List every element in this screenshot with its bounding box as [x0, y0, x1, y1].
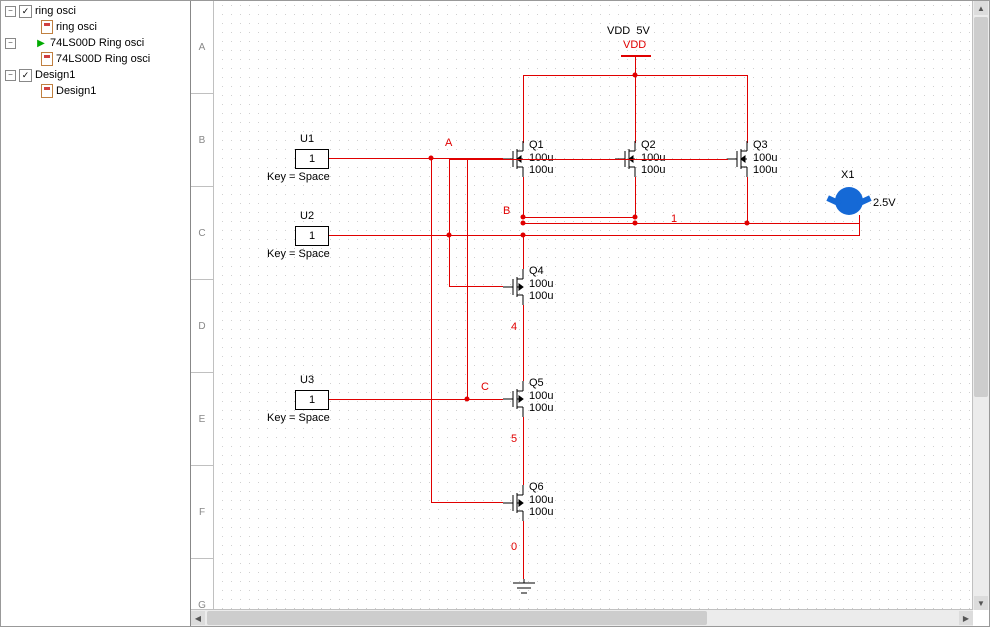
net-a: A: [445, 137, 452, 149]
net-4: 4: [511, 321, 517, 333]
q4-w: 100u: [529, 278, 553, 290]
q4-ref: Q4: [529, 265, 544, 277]
tree-label: Design1: [56, 85, 96, 97]
net-c: C: [481, 381, 489, 393]
u3-switch[interactable]: 1: [295, 390, 329, 410]
u1-switch[interactable]: 1: [295, 149, 329, 169]
scroll-left-icon[interactable]: ◀: [191, 611, 205, 625]
u2-ref: U2: [300, 210, 314, 222]
net-5: 5: [511, 433, 517, 445]
tree-item-design1-sch[interactable]: Design1: [1, 83, 190, 99]
u1-key: Key = Space: [267, 171, 330, 183]
tree-item-74ls00d-sch[interactable]: 74LS00D Ring osci: [1, 51, 190, 67]
scroll-thumb[interactable]: [207, 611, 707, 625]
ruler-cell: D: [191, 280, 213, 373]
q2-l: 100u: [641, 164, 665, 176]
u3-key: Key = Space: [267, 412, 330, 424]
scroll-thumb[interactable]: [974, 17, 988, 397]
q2-ref: Q2: [641, 139, 656, 151]
scroll-up-icon[interactable]: ▲: [974, 1, 988, 15]
tree-checkbox[interactable]: [19, 69, 32, 82]
schematic-icon: [41, 52, 53, 66]
tree-item-design1[interactable]: − Design1: [1, 67, 190, 83]
ruler-cell: A: [191, 1, 213, 94]
scroll-right-icon[interactable]: ▶: [959, 611, 973, 625]
u2-key: Key = Space: [267, 248, 330, 260]
q6-ref: Q6: [529, 481, 544, 493]
vdd-label: VDD 5V: [607, 25, 650, 37]
q1-w: 100u: [529, 152, 553, 164]
active-design-icon: ▶: [35, 37, 47, 49]
net-1: 1: [671, 213, 677, 225]
q5-ref: Q5: [529, 377, 544, 389]
project-tree[interactable]: − ring osci ring osci − ▶ 74LS00D Ring o…: [1, 1, 191, 626]
ruler-cell: G: [191, 559, 213, 610]
ruler-cell: C: [191, 187, 213, 280]
net-0: 0: [511, 541, 517, 553]
q6-w: 100u: [529, 494, 553, 506]
probe-ref: X1: [841, 169, 854, 181]
schematic-area: A B C D E F G VDD 5V VDD: [191, 1, 989, 626]
q6-l: 100u: [529, 506, 553, 518]
tree-collapse-icon[interactable]: −: [5, 6, 16, 17]
q1-ref: Q1: [529, 139, 544, 151]
row-ruler: A B C D E F G: [191, 1, 214, 610]
schematic-canvas[interactable]: A B C D E F G VDD 5V VDD: [191, 1, 973, 610]
tree-label: ring osci: [35, 5, 76, 17]
scroll-down-icon[interactable]: ▼: [974, 596, 988, 610]
tree-item-ring-osci[interactable]: − ring osci: [1, 3, 190, 19]
q3-w: 100u: [753, 152, 777, 164]
u1-ref: U1: [300, 133, 314, 145]
tree-item-ring-osci-sch[interactable]: ring osci: [1, 19, 190, 35]
ruler-cell: F: [191, 466, 213, 559]
q1-l: 100u: [529, 164, 553, 176]
tree-label: Design1: [35, 69, 75, 81]
ruler-cell: E: [191, 373, 213, 466]
probe-x1[interactable]: [835, 187, 863, 215]
tree-label: ring osci: [56, 21, 97, 33]
q4-l: 100u: [529, 290, 553, 302]
schematic-icon: [41, 20, 53, 34]
horizontal-scrollbar[interactable]: ◀ ▶: [191, 609, 973, 626]
q2-w: 100u: [641, 152, 665, 164]
tree-item-74ls00d[interactable]: − ▶ 74LS00D Ring osci: [1, 35, 190, 51]
u3-ref: U3: [300, 374, 314, 386]
probe-value: 2.5V: [873, 197, 896, 209]
vertical-scrollbar[interactable]: ▲ ▼: [972, 1, 989, 610]
tree-label: 74LS00D Ring osci: [56, 53, 150, 65]
tree-collapse-icon[interactable]: −: [5, 38, 16, 49]
tree-collapse-icon[interactable]: −: [5, 70, 16, 81]
ruler-cell: B: [191, 94, 213, 187]
tree-label: 74LS00D Ring osci: [50, 37, 144, 49]
q3-l: 100u: [753, 164, 777, 176]
u2-switch[interactable]: 1: [295, 226, 329, 246]
schematic-icon: [41, 84, 53, 98]
q5-l: 100u: [529, 402, 553, 414]
vdd-net-label: VDD: [623, 39, 646, 51]
net-b: B: [503, 205, 510, 217]
q3-ref: Q3: [753, 139, 768, 151]
ground-symbol: [511, 579, 537, 600]
app-frame: − ring osci ring osci − ▶ 74LS00D Ring o…: [0, 0, 990, 627]
q5-w: 100u: [529, 390, 553, 402]
tree-checkbox[interactable]: [19, 5, 32, 18]
